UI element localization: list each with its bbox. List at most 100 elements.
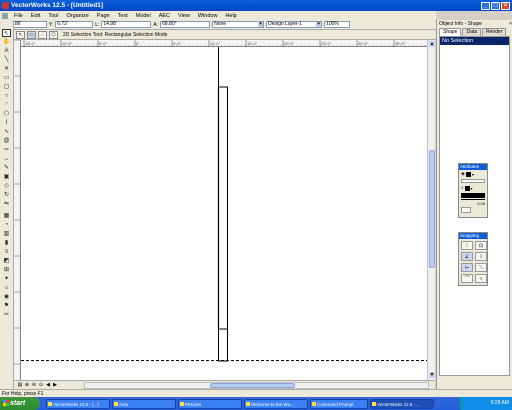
smart-edge-icon[interactable]: ⟍ bbox=[475, 263, 487, 272]
drawing-svg[interactable] bbox=[21, 47, 427, 380]
arc-tool-icon[interactable]: ◜ bbox=[2, 101, 11, 109]
smart-points-icon[interactable]: ⌇ bbox=[475, 252, 487, 261]
taskbar-item[interactable]: Welcome to the Wo... bbox=[244, 398, 308, 409]
snap-to-grid-icon[interactable]: ⁞ bbox=[461, 241, 473, 250]
minimize-icon[interactable]: _ bbox=[481, 1, 490, 10]
line-tool-icon[interactable]: ╲ bbox=[2, 56, 11, 64]
dimension-tool-icon[interactable]: ↔ bbox=[2, 155, 11, 163]
text-tool-icon[interactable]: A bbox=[2, 47, 11, 55]
taskbar-item[interactable]: Auto bbox=[112, 398, 176, 409]
length-field[interactable]: 14.98' bbox=[101, 21, 152, 28]
menu-aec[interactable]: AEC bbox=[155, 13, 174, 19]
marker-tool-icon[interactable]: ⚑ bbox=[2, 302, 11, 310]
menu-help[interactable]: Help bbox=[221, 13, 240, 19]
reshape-tool-icon[interactable]: ◇ bbox=[2, 182, 11, 190]
maximize-icon[interactable]: □ bbox=[491, 1, 500, 10]
class-select[interactable]: None ▾ bbox=[212, 21, 265, 28]
polygon-selection-icon[interactable]: ⬠ bbox=[49, 30, 58, 39]
selection-tool-icon[interactable]: ↖ bbox=[2, 29, 11, 37]
zoom-out-icon[interactable]: ⊖ bbox=[31, 382, 37, 388]
eyedropper-tool-icon[interactable]: ✎ bbox=[2, 164, 11, 172]
start-button[interactable]: start bbox=[0, 397, 40, 410]
menu-text[interactable]: Text bbox=[114, 13, 132, 19]
fill-row[interactable]: ◈ ▾ bbox=[459, 170, 487, 178]
door-tool-icon[interactable]: ◔ bbox=[2, 221, 11, 229]
chevron-down-icon[interactable]: ▾ bbox=[472, 172, 474, 177]
pointer-icon[interactable]: ↖ bbox=[16, 30, 25, 39]
window-tool-icon[interactable]: ▥ bbox=[2, 230, 11, 238]
space-tool-icon[interactable]: ⊞ bbox=[2, 266, 11, 274]
light-tool-icon[interactable]: ☼ bbox=[2, 284, 11, 292]
menu-window[interactable]: Window bbox=[194, 13, 222, 19]
angle-field[interactable]: 68.80° bbox=[160, 21, 211, 28]
layer-select[interactable]: Design Layer-1 ▾ bbox=[266, 21, 323, 28]
pen-swatch[interactable] bbox=[464, 185, 470, 191]
freehand-tool-icon[interactable]: ∿ bbox=[2, 128, 11, 136]
polyline-tool-icon[interactable]: ⌇ bbox=[2, 119, 11, 127]
menu-edit[interactable]: Edit bbox=[27, 13, 44, 19]
column-tool-icon[interactable]: ▮ bbox=[2, 239, 11, 247]
menu-model[interactable]: Model bbox=[132, 13, 155, 19]
line-weight-preview[interactable] bbox=[461, 199, 485, 200]
vertical-scrollbar[interactable]: ▲ ▼ bbox=[427, 40, 435, 380]
document-icon[interactable] bbox=[2, 12, 8, 19]
zoom-fit-icon[interactable]: ⊙ bbox=[38, 382, 44, 388]
pan-tool-icon[interactable]: ✋ bbox=[2, 38, 11, 46]
vertical-scroll-thumb[interactable] bbox=[429, 150, 435, 268]
lasso-icon[interactable]: ◌ bbox=[38, 30, 47, 39]
close-icon[interactable]: × bbox=[501, 1, 510, 10]
zoom-select[interactable]: 100% bbox=[324, 21, 351, 28]
pen-row[interactable]: ♪ ▾ bbox=[459, 184, 487, 192]
fill-swatch[interactable] bbox=[465, 171, 471, 177]
horizontal-scroll-thumb[interactable] bbox=[210, 383, 295, 388]
snap-to-object-icon[interactable]: ⊡ bbox=[475, 241, 487, 250]
scroll-down-icon[interactable]: ▼ bbox=[429, 372, 435, 378]
vectorworks-app-icon[interactable] bbox=[2, 2, 9, 9]
horizontal-scrollbar[interactable] bbox=[84, 382, 429, 389]
locus-tool-icon[interactable]: ✕ bbox=[2, 65, 11, 73]
chevron-down-icon[interactable]: ▾ bbox=[471, 186, 473, 191]
previous-view-icon[interactable]: ◀ bbox=[45, 382, 51, 388]
menu-file[interactable]: File bbox=[10, 13, 27, 19]
page-icon[interactable]: ▤ bbox=[17, 382, 23, 388]
y-field[interactable]: 6.72' bbox=[55, 21, 94, 28]
camera-tool-icon[interactable]: ◉ bbox=[2, 293, 11, 301]
slab-tool-icon[interactable]: ◩ bbox=[2, 257, 11, 265]
taskbar-item-active[interactable]: VectorWorks 12.5 - ... bbox=[370, 398, 434, 409]
mirror-tool-icon[interactable]: ⇋ bbox=[2, 200, 11, 208]
drawn-rectangle[interactable] bbox=[218, 86, 228, 362]
symbol-tool-icon[interactable]: ✦ bbox=[2, 275, 11, 283]
polygon-tool-icon[interactable]: ⬠ bbox=[2, 110, 11, 118]
taskbar-item[interactable]: Pictures bbox=[178, 398, 242, 409]
menu-view[interactable]: View bbox=[174, 13, 194, 19]
fill-tool-icon[interactable]: ▣ bbox=[2, 173, 11, 181]
next-view-icon[interactable]: ▶ bbox=[52, 382, 58, 388]
snap-to-tangent-icon[interactable]: ⌒ bbox=[461, 274, 473, 283]
taskbar-item[interactable]: VectorWorks 12.5 - [...] bbox=[46, 398, 110, 409]
menu-organize[interactable]: Organize bbox=[62, 13, 92, 19]
spiral-tool-icon[interactable]: @ bbox=[2, 137, 11, 145]
stair-tool-icon[interactable]: ≡ bbox=[2, 248, 11, 256]
double-line-tool-icon[interactable]: ═ bbox=[2, 146, 11, 154]
x-field[interactable]: 4.86' bbox=[8, 21, 47, 28]
menu-page[interactable]: Page bbox=[93, 13, 114, 19]
circle-tool-icon[interactable]: ○ bbox=[2, 92, 11, 100]
snap-to-distance-icon[interactable]: ⊢ bbox=[461, 263, 473, 272]
tab-render[interactable]: Render bbox=[482, 28, 507, 36]
taskbar-item[interactable]: Command Prompt bbox=[310, 398, 368, 409]
scroll-up-icon[interactable]: ▲ bbox=[429, 41, 435, 47]
snap-to-intersection-icon[interactable]: ○ bbox=[475, 274, 487, 283]
tab-data[interactable]: Data bbox=[462, 28, 482, 36]
zoom-in-icon[interactable]: ⊕ bbox=[24, 382, 30, 388]
drawing-canvas[interactable] bbox=[21, 47, 427, 380]
rectangle-tool-icon[interactable]: ▭ bbox=[2, 74, 11, 82]
wall-tool-icon[interactable]: ▦ bbox=[2, 212, 11, 220]
clip-tool-icon[interactable]: ✂ bbox=[2, 311, 11, 319]
arrowhead-select[interactable] bbox=[461, 207, 471, 213]
snap-to-angle-icon[interactable]: ∠ bbox=[461, 252, 473, 261]
rectangular-selection-icon[interactable]: ▭ bbox=[27, 30, 36, 39]
rounded-rectangle-tool-icon[interactable]: ▢ bbox=[2, 83, 11, 91]
rotate-tool-icon[interactable]: ↻ bbox=[2, 191, 11, 199]
menu-tool[interactable]: Tool bbox=[44, 13, 62, 19]
tab-shape[interactable]: Shape bbox=[439, 28, 462, 36]
